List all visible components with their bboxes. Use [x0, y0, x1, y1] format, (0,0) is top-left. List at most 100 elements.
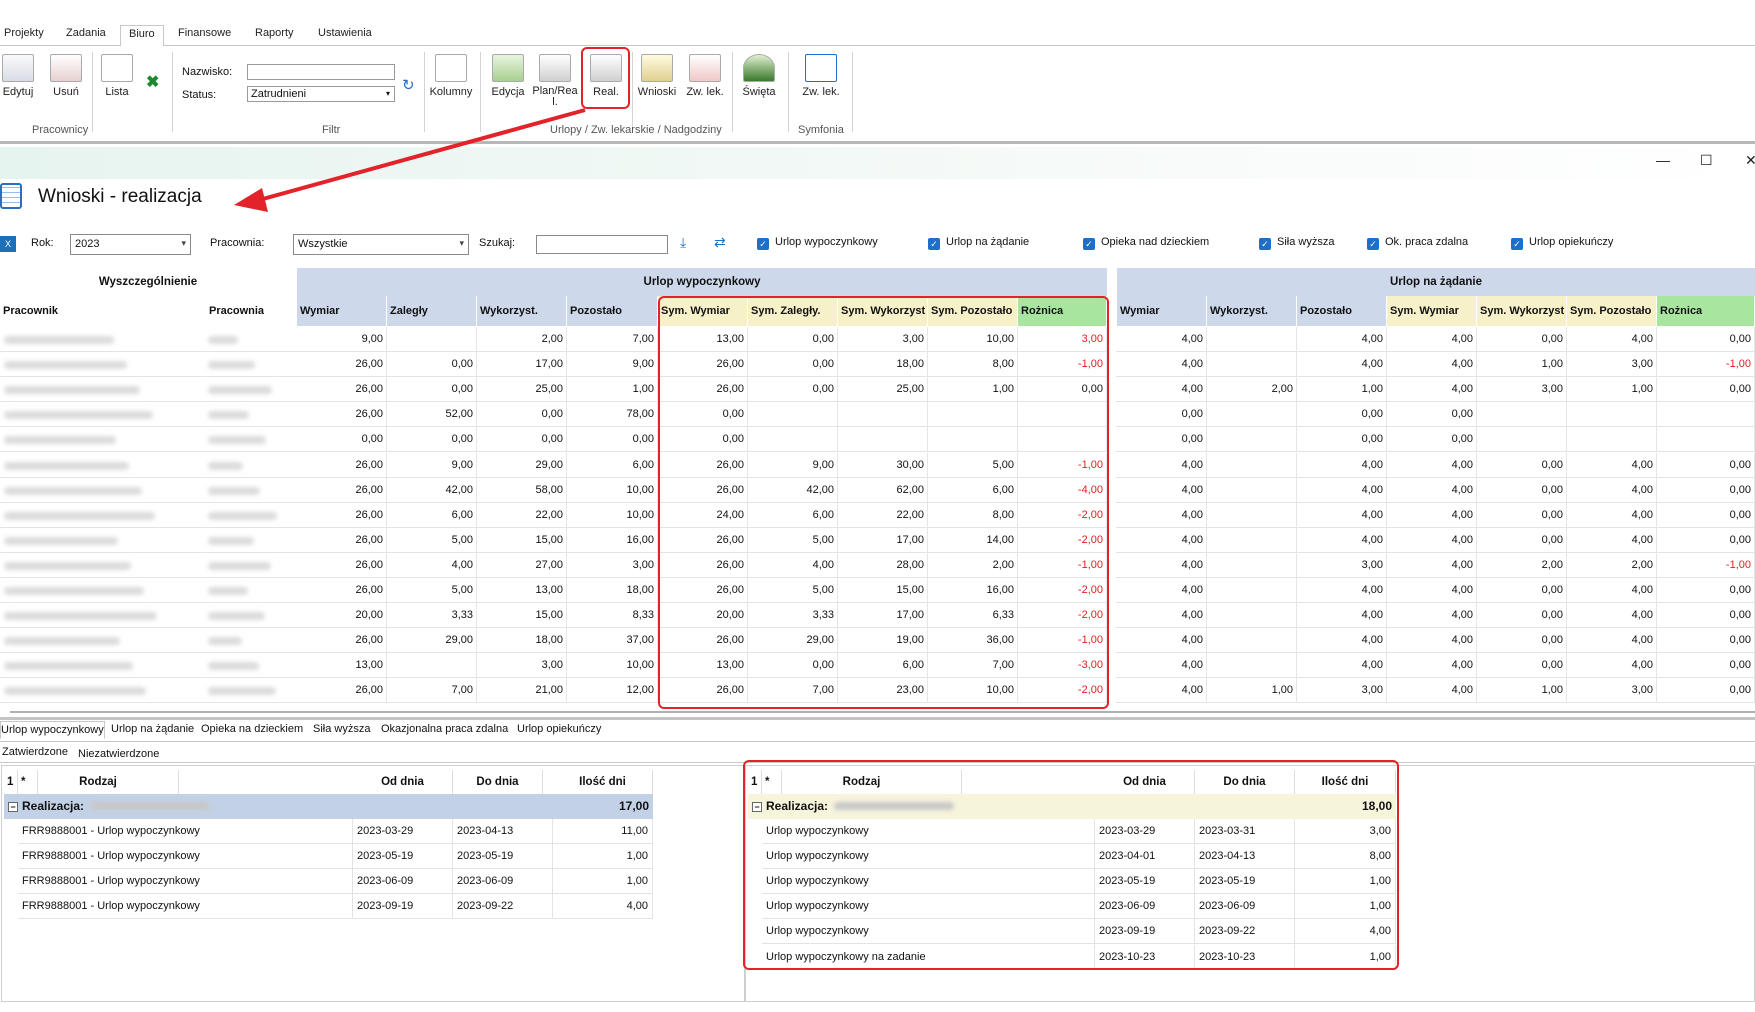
table-row[interactable]: 26,00 5,00 13,00 18,00 26,00 5,00 15,00 16,00 -2…	[0, 578, 1755, 603]
header-left_table-3[interactable]: Od dnia	[353, 770, 453, 794]
rok-select[interactable]: 2023 ▾	[70, 234, 191, 255]
col-urlop-1[interactable]: Zaległy	[387, 296, 477, 326]
detail-cell-0[interactable]: Urlop wypoczynkowy na zadanie	[762, 944, 1095, 970]
btab-urlop-opiekunczy[interactable]: Urlop opiekuńczy	[517, 723, 601, 735]
btab-urlop-wypoczynkowy[interactable]: Urlop wypoczynkowy	[0, 721, 105, 739]
col-pracownia[interactable]: Pracownia	[206, 296, 296, 326]
col-zadanie-2[interactable]: Pozostało	[1297, 296, 1387, 326]
detail-cell-1[interactable]: 2023-06-09	[353, 869, 453, 895]
detail-cell-3[interactable]: 1,00	[1295, 944, 1396, 970]
h-scrollbar[interactable]	[10, 711, 1755, 713]
detail-cell-1[interactable]: 2023-10-23	[1095, 944, 1195, 970]
detail-cell-3[interactable]: 3,00	[1295, 819, 1396, 844]
btab-urlop-na-zadanie[interactable]: Urlop na żądanie	[111, 723, 194, 735]
splitter[interactable]	[0, 717, 1755, 720]
detail-cell-3[interactable]: 1,00	[553, 844, 653, 870]
detail-cell-2[interactable]: 2023-06-09	[453, 869, 553, 895]
detail-cell-1[interactable]: 2023-06-09	[1095, 894, 1195, 920]
detail-cell-0[interactable]: FRR9888001 - Urlop wypoczynkowy	[18, 869, 353, 895]
header-right_table-0[interactable]: 1	[748, 770, 762, 794]
detail-cell-3[interactable]: 11,00	[553, 819, 653, 844]
detail-cell-1[interactable]: 2023-04-01	[1095, 844, 1195, 870]
table-row[interactable]: 26,00 6,00 22,00 10,00 24,00 6,00 22,00 8,00 -2,…	[0, 502, 1755, 528]
col-zadanie-6[interactable]: Rożnica	[1657, 296, 1755, 326]
detail-cell-3[interactable]: 1,00	[553, 869, 653, 895]
subtab-zatwierdzone[interactable]: Zatwierdzone	[2, 746, 68, 758]
detail-cell-0[interactable]: Urlop wypoczynkowy	[762, 919, 1095, 945]
table-row[interactable]: 9,00 2,00 7,00 13,00 0,00 3,00 10,00 3,00 4,00 4,…	[0, 327, 1755, 352]
detail-cell-1[interactable]: 2023-05-19	[1095, 869, 1195, 895]
arrows-icon[interactable]: ⇄	[714, 234, 726, 251]
detail-cell-2[interactable]: 2023-04-13	[1195, 844, 1295, 870]
table-row[interactable]: 20,00 3,33 15,00 8,33 20,00 3,33 17,00 6,33 -2,0…	[0, 603, 1755, 629]
checkbox-urlop-wypoczynkowy[interactable]: ✓ Urlop wypoczynkowy	[757, 236, 878, 250]
detail-cell-3[interactable]: 8,00	[1295, 844, 1396, 870]
col-zadanie-4[interactable]: Sym. Wykorzyst	[1477, 296, 1567, 326]
detail-cell-2[interactable]: 2023-04-13	[453, 819, 553, 844]
btab-opieka[interactable]: Opieka na dzieckiem	[201, 723, 303, 735]
detail-cell-1[interactable]: 2023-03-29	[353, 819, 453, 844]
table-row[interactable]: 26,00 0,00 25,00 1,00 26,00 0,00 25,00 1,00 0,00…	[0, 377, 1755, 403]
detail-cell-2[interactable]: 2023-03-31	[1195, 819, 1295, 844]
col-zadanie-0[interactable]: Wymiar	[1117, 296, 1207, 326]
btab-praca-zdalna[interactable]: Okazjonalna praca zdalna	[381, 723, 508, 735]
col-zadanie-5[interactable]: Sym. Pozostało	[1567, 296, 1657, 326]
table-row[interactable]: 26,00 9,00 29,00 6,00 26,00 9,00 30,00 5,00 -1,0…	[0, 452, 1755, 478]
detail-cell-3[interactable]: 1,00	[1295, 869, 1396, 895]
col-urlop-0[interactable]: Wymiar	[297, 296, 387, 326]
detail-cell-0[interactable]: Urlop wypoczynkowy	[762, 844, 1095, 870]
checkbox-praca-zdalna[interactable]: ✓ Ok. praca zdalna	[1367, 236, 1468, 250]
table-row[interactable]: 26,00 42,00 58,00 10,00 26,00 42,00 62,00 6,00-…	[0, 477, 1755, 503]
table-row[interactable]: 26,00 52,00 0,00 78,00 0,00 0,00 0,00 0,00	[0, 402, 1755, 428]
detail-cell-3[interactable]: 4,00	[553, 894, 653, 920]
pracownia-select[interactable]: Wszystkie ▾	[293, 234, 469, 255]
detail-cell-2[interactable]: 2023-09-22	[1195, 919, 1295, 945]
szukaj-input[interactable]	[536, 235, 668, 254]
detail-cell-3[interactable]: 4,00	[1295, 919, 1396, 945]
detail-cell-3[interactable]: 1,00	[1295, 894, 1396, 920]
checkbox-urlop-na-zadanie[interactable]: ✓ Urlop na żądanie	[928, 236, 1029, 250]
header-right_table-3[interactable]: Od dnia	[1095, 770, 1195, 794]
detail-cell-0[interactable]: Urlop wypoczynkowy	[762, 894, 1095, 920]
detail-cell-1[interactable]: 2023-09-19	[1095, 919, 1195, 945]
header-left_table-0[interactable]: 1	[4, 770, 18, 794]
detail-cell-2[interactable]: 2023-09-22	[453, 894, 553, 920]
table-row[interactable]: 26,00 4,00 27,00 3,00 26,00 4,00 28,00 2,00 -1,0…	[0, 552, 1755, 578]
detail-cell-1[interactable]: 2023-03-29	[1095, 819, 1195, 844]
col-zadanie-1[interactable]: Wykorzyst.	[1207, 296, 1297, 326]
header-right_table-2[interactable]: Rodzaj	[762, 770, 962, 794]
filter-download-icon[interactable]: ⤓	[680, 234, 686, 251]
col-urlop-3[interactable]: Pozostało	[567, 296, 658, 326]
col-pracownik[interactable]: Pracownik	[0, 296, 206, 326]
detail-cell-2[interactable]: 2023-05-19	[453, 844, 553, 870]
detail-cell-0[interactable]: Urlop wypoczynkowy	[762, 869, 1095, 895]
detail-cell-0[interactable]: FRR9888001 - Urlop wypoczynkowy	[18, 819, 353, 844]
checkbox-urlop-opiekunczy[interactable]: ✓ Urlop opiekuńczy	[1511, 236, 1613, 250]
header-right_table-4[interactable]: Do dnia	[1195, 770, 1295, 794]
header-right_table-5[interactable]: Ilość dni	[1295, 770, 1396, 794]
table-row[interactable]: 26,00 5,00 15,00 16,00 26,00 5,00 17,00 14,00 -2…	[0, 527, 1755, 553]
group-row[interactable]: − Realizacja: 18,00	[748, 794, 1396, 819]
checkbox-opieka[interactable]: ✓ Opieka nad dzieckiem	[1083, 236, 1209, 250]
col-urlop-2[interactable]: Wykorzyst.	[477, 296, 567, 326]
table-row[interactable]: 26,00 29,00 18,00 37,00 26,00 29,00 19,00 36,00…	[0, 628, 1755, 654]
col-zadanie-3[interactable]: Sym. Wymiar	[1387, 296, 1477, 326]
detail-cell-0[interactable]: FRR9888001 - Urlop wypoczynkowy	[18, 844, 353, 870]
detail-cell-2[interactable]: 2023-06-09	[1195, 894, 1295, 920]
col-urlop-8[interactable]: Rożnica	[1018, 296, 1107, 326]
header-left_table-5[interactable]: Ilość dni	[553, 770, 653, 794]
group-row[interactable]: − Realizacja: 17,00	[4, 794, 653, 819]
checkbox-sila-wyzsza[interactable]: ✓ Siła wyższa	[1259, 236, 1334, 250]
header-left_table-2[interactable]: Rodzaj	[18, 770, 179, 794]
col-urlop-7[interactable]: Sym. Pozostało	[928, 296, 1018, 326]
detail-cell-1[interactable]: 2023-05-19	[353, 844, 453, 870]
subtab-niezatwierdzone[interactable]: Niezatwierdzone	[78, 748, 159, 760]
col-urlop-4[interactable]: Sym. Wymiar	[658, 296, 748, 326]
collapse-icon[interactable]: −	[752, 802, 762, 812]
header-left_table-4[interactable]: Do dnia	[453, 770, 543, 794]
detail-cell-1[interactable]: 2023-09-19	[353, 894, 453, 920]
col-urlop-6[interactable]: Sym. Wykorzyst	[838, 296, 928, 326]
table-row[interactable]: 26,00 7,00 21,00 12,00 26,00 7,00 23,00 10,00 -2…	[0, 678, 1755, 704]
table-row[interactable]: 26,00 0,00 17,00 9,00 26,00 0,00 18,00 8,00 -1,0…	[0, 352, 1755, 378]
col-urlop-5[interactable]: Sym. Zaległy.	[748, 296, 838, 326]
